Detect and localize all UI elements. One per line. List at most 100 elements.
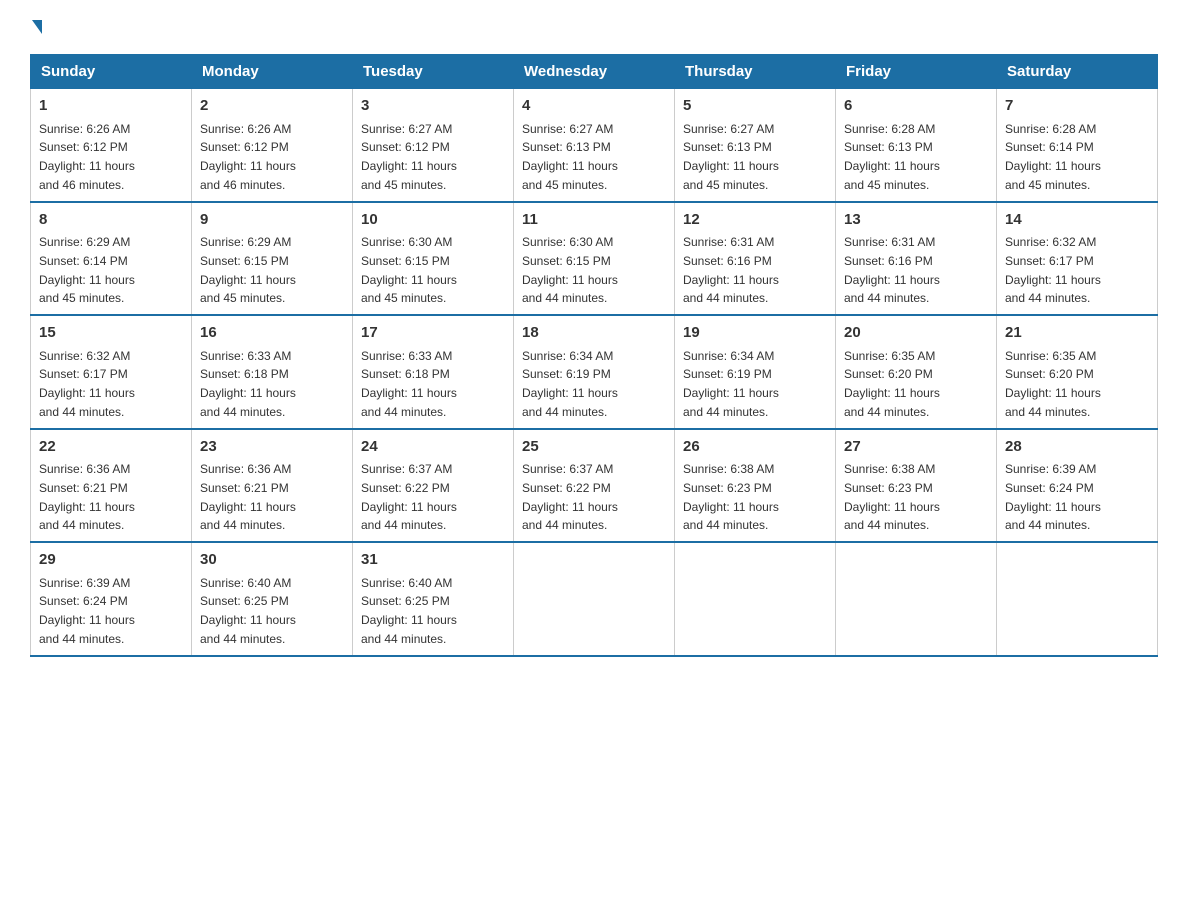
day-info: Sunrise: 6:26 AM Sunset: 6:12 PM Dayligh…: [39, 122, 135, 192]
calendar-cell: 5 Sunrise: 6:27 AM Sunset: 6:13 PM Dayli…: [675, 89, 836, 202]
calendar-cell: [836, 542, 997, 656]
day-number: 7: [1005, 95, 1149, 118]
calendar-cell: 14 Sunrise: 6:32 AM Sunset: 6:17 PM Dayl…: [997, 202, 1158, 316]
day-number: 20: [844, 322, 988, 345]
day-info: Sunrise: 6:33 AM Sunset: 6:18 PM Dayligh…: [361, 349, 457, 419]
day-info: Sunrise: 6:32 AM Sunset: 6:17 PM Dayligh…: [39, 349, 135, 419]
day-number: 5: [683, 95, 827, 118]
day-number: 29: [39, 549, 183, 572]
day-info: Sunrise: 6:33 AM Sunset: 6:18 PM Dayligh…: [200, 349, 296, 419]
calendar-header-monday: Monday: [192, 55, 353, 89]
calendar-week-3: 15 Sunrise: 6:32 AM Sunset: 6:17 PM Dayl…: [31, 315, 1158, 429]
logo-arrow-icon: [32, 20, 42, 34]
calendar-cell: [514, 542, 675, 656]
calendar-week-1: 1 Sunrise: 6:26 AM Sunset: 6:12 PM Dayli…: [31, 89, 1158, 202]
day-info: Sunrise: 6:31 AM Sunset: 6:16 PM Dayligh…: [844, 235, 940, 305]
calendar-header-thursday: Thursday: [675, 55, 836, 89]
calendar-cell: 4 Sunrise: 6:27 AM Sunset: 6:13 PM Dayli…: [514, 89, 675, 202]
calendar-cell: 22 Sunrise: 6:36 AM Sunset: 6:21 PM Dayl…: [31, 429, 192, 543]
day-info: Sunrise: 6:38 AM Sunset: 6:23 PM Dayligh…: [683, 462, 779, 532]
calendar-cell: 29 Sunrise: 6:39 AM Sunset: 6:24 PM Dayl…: [31, 542, 192, 656]
day-number: 15: [39, 322, 183, 345]
day-number: 10: [361, 209, 505, 232]
calendar-cell: 19 Sunrise: 6:34 AM Sunset: 6:19 PM Dayl…: [675, 315, 836, 429]
day-number: 13: [844, 209, 988, 232]
calendar-cell: 12 Sunrise: 6:31 AM Sunset: 6:16 PM Dayl…: [675, 202, 836, 316]
day-info: Sunrise: 6:29 AM Sunset: 6:15 PM Dayligh…: [200, 235, 296, 305]
day-info: Sunrise: 6:32 AM Sunset: 6:17 PM Dayligh…: [1005, 235, 1101, 305]
day-info: Sunrise: 6:35 AM Sunset: 6:20 PM Dayligh…: [844, 349, 940, 419]
day-number: 2: [200, 95, 344, 118]
calendar-week-5: 29 Sunrise: 6:39 AM Sunset: 6:24 PM Dayl…: [31, 542, 1158, 656]
day-info: Sunrise: 6:36 AM Sunset: 6:21 PM Dayligh…: [200, 462, 296, 532]
calendar-cell: 3 Sunrise: 6:27 AM Sunset: 6:12 PM Dayli…: [353, 89, 514, 202]
day-info: Sunrise: 6:38 AM Sunset: 6:23 PM Dayligh…: [844, 462, 940, 532]
day-info: Sunrise: 6:26 AM Sunset: 6:12 PM Dayligh…: [200, 122, 296, 192]
day-info: Sunrise: 6:28 AM Sunset: 6:13 PM Dayligh…: [844, 122, 940, 192]
day-number: 21: [1005, 322, 1149, 345]
calendar-body: 1 Sunrise: 6:26 AM Sunset: 6:12 PM Dayli…: [31, 89, 1158, 656]
calendar-cell: 13 Sunrise: 6:31 AM Sunset: 6:16 PM Dayl…: [836, 202, 997, 316]
calendar-cell: 7 Sunrise: 6:28 AM Sunset: 6:14 PM Dayli…: [997, 89, 1158, 202]
calendar-cell: 20 Sunrise: 6:35 AM Sunset: 6:20 PM Dayl…: [836, 315, 997, 429]
day-number: 25: [522, 436, 666, 459]
day-info: Sunrise: 6:28 AM Sunset: 6:14 PM Dayligh…: [1005, 122, 1101, 192]
day-number: 18: [522, 322, 666, 345]
calendar-cell: 18 Sunrise: 6:34 AM Sunset: 6:19 PM Dayl…: [514, 315, 675, 429]
day-number: 31: [361, 549, 505, 572]
calendar-cell: 30 Sunrise: 6:40 AM Sunset: 6:25 PM Dayl…: [192, 542, 353, 656]
calendar-cell: 27 Sunrise: 6:38 AM Sunset: 6:23 PM Dayl…: [836, 429, 997, 543]
day-info: Sunrise: 6:36 AM Sunset: 6:21 PM Dayligh…: [39, 462, 135, 532]
calendar-cell: 10 Sunrise: 6:30 AM Sunset: 6:15 PM Dayl…: [353, 202, 514, 316]
day-info: Sunrise: 6:27 AM Sunset: 6:13 PM Dayligh…: [683, 122, 779, 192]
day-info: Sunrise: 6:30 AM Sunset: 6:15 PM Dayligh…: [361, 235, 457, 305]
day-info: Sunrise: 6:34 AM Sunset: 6:19 PM Dayligh…: [522, 349, 618, 419]
logo: [30, 20, 46, 34]
calendar-cell: [997, 542, 1158, 656]
day-number: 11: [522, 209, 666, 232]
day-number: 24: [361, 436, 505, 459]
day-number: 6: [844, 95, 988, 118]
day-info: Sunrise: 6:37 AM Sunset: 6:22 PM Dayligh…: [522, 462, 618, 532]
calendar-cell: 11 Sunrise: 6:30 AM Sunset: 6:15 PM Dayl…: [514, 202, 675, 316]
day-info: Sunrise: 6:34 AM Sunset: 6:19 PM Dayligh…: [683, 349, 779, 419]
day-number: 27: [844, 436, 988, 459]
calendar-cell: 9 Sunrise: 6:29 AM Sunset: 6:15 PM Dayli…: [192, 202, 353, 316]
day-number: 8: [39, 209, 183, 232]
day-info: Sunrise: 6:35 AM Sunset: 6:20 PM Dayligh…: [1005, 349, 1101, 419]
day-info: Sunrise: 6:39 AM Sunset: 6:24 PM Dayligh…: [1005, 462, 1101, 532]
day-info: Sunrise: 6:31 AM Sunset: 6:16 PM Dayligh…: [683, 235, 779, 305]
day-number: 4: [522, 95, 666, 118]
calendar-cell: 6 Sunrise: 6:28 AM Sunset: 6:13 PM Dayli…: [836, 89, 997, 202]
calendar-cell: 16 Sunrise: 6:33 AM Sunset: 6:18 PM Dayl…: [192, 315, 353, 429]
page-header: [30, 20, 1158, 34]
calendar-header-wednesday: Wednesday: [514, 55, 675, 89]
calendar-header-friday: Friday: [836, 55, 997, 89]
day-number: 3: [361, 95, 505, 118]
calendar-header-row: SundayMondayTuesdayWednesdayThursdayFrid…: [31, 55, 1158, 89]
calendar-cell: 31 Sunrise: 6:40 AM Sunset: 6:25 PM Dayl…: [353, 542, 514, 656]
day-number: 12: [683, 209, 827, 232]
day-number: 19: [683, 322, 827, 345]
calendar-cell: 8 Sunrise: 6:29 AM Sunset: 6:14 PM Dayli…: [31, 202, 192, 316]
day-info: Sunrise: 6:37 AM Sunset: 6:22 PM Dayligh…: [361, 462, 457, 532]
day-info: Sunrise: 6:27 AM Sunset: 6:12 PM Dayligh…: [361, 122, 457, 192]
calendar-cell: 28 Sunrise: 6:39 AM Sunset: 6:24 PM Dayl…: [997, 429, 1158, 543]
calendar-cell: 15 Sunrise: 6:32 AM Sunset: 6:17 PM Dayl…: [31, 315, 192, 429]
calendar-week-2: 8 Sunrise: 6:29 AM Sunset: 6:14 PM Dayli…: [31, 202, 1158, 316]
day-info: Sunrise: 6:30 AM Sunset: 6:15 PM Dayligh…: [522, 235, 618, 305]
day-info: Sunrise: 6:27 AM Sunset: 6:13 PM Dayligh…: [522, 122, 618, 192]
day-number: 1: [39, 95, 183, 118]
calendar-cell: 2 Sunrise: 6:26 AM Sunset: 6:12 PM Dayli…: [192, 89, 353, 202]
calendar-cell: 25 Sunrise: 6:37 AM Sunset: 6:22 PM Dayl…: [514, 429, 675, 543]
calendar-header-sunday: Sunday: [31, 55, 192, 89]
day-info: Sunrise: 6:40 AM Sunset: 6:25 PM Dayligh…: [200, 576, 296, 646]
calendar-cell: 21 Sunrise: 6:35 AM Sunset: 6:20 PM Dayl…: [997, 315, 1158, 429]
day-number: 17: [361, 322, 505, 345]
calendar-week-4: 22 Sunrise: 6:36 AM Sunset: 6:21 PM Dayl…: [31, 429, 1158, 543]
calendar-header-tuesday: Tuesday: [353, 55, 514, 89]
calendar-cell: 17 Sunrise: 6:33 AM Sunset: 6:18 PM Dayl…: [353, 315, 514, 429]
day-number: 9: [200, 209, 344, 232]
day-info: Sunrise: 6:29 AM Sunset: 6:14 PM Dayligh…: [39, 235, 135, 305]
day-number: 30: [200, 549, 344, 572]
